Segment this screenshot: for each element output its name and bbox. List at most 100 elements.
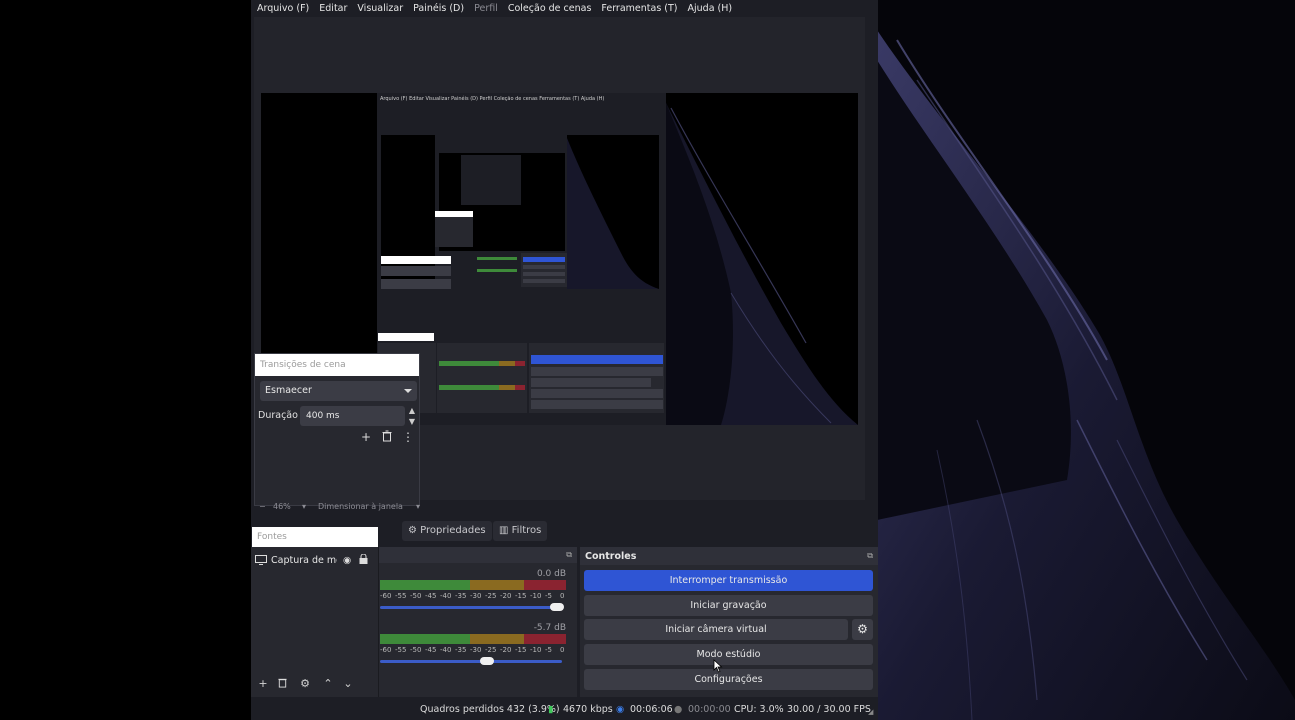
record-time: 00:00:00 xyxy=(688,704,731,715)
meter-tick-label: -10 xyxy=(530,646,542,654)
source-settings-icon[interactable]: ⚙ xyxy=(298,677,312,691)
more-options-icon[interactable]: ⋮ xyxy=(401,430,415,444)
duration-up-icon[interactable]: ▲ xyxy=(407,406,417,415)
status-bar: Quadros perdidos 432 (3.9%) ▮ 4670 kbps … xyxy=(251,698,878,720)
controls-title: Controles ⧉ xyxy=(580,547,878,565)
channel-db: -5.7 dB xyxy=(533,623,566,633)
stop-streaming-button[interactable]: Interromper transmissão xyxy=(584,570,873,591)
menu-paineis[interactable]: Painéis (D) xyxy=(413,3,464,14)
duration-input[interactable]: 400 ms xyxy=(300,406,405,426)
transition-select-value: Esmaecer xyxy=(265,385,312,396)
meter-tick-label: -10 xyxy=(530,592,542,600)
add-transition-icon[interactable]: + xyxy=(359,430,373,444)
meter-tick-label: -35 xyxy=(455,646,467,654)
dropped-frames: Quadros perdidos 432 (3.9%) xyxy=(420,704,560,715)
meter-tick-label: -55 xyxy=(395,646,407,654)
bitrate: 4670 kbps xyxy=(563,704,613,715)
start-recording-button[interactable]: Iniciar gravação xyxy=(584,595,873,616)
svg-text:Arquivo (F) Editar Visuali: Arquivo (F) Editar Visualizar Painéis (D… xyxy=(380,95,604,102)
eye-icon[interactable]: ◉ xyxy=(343,555,351,566)
studio-mode-button[interactable]: Modo estúdio xyxy=(584,644,873,665)
source-item[interactable]: Captura de moi ◉ xyxy=(255,552,375,568)
meter-tick-label: -20 xyxy=(500,592,512,600)
menu-bar: Arquivo (F) Editar Visualizar Painéis (D… xyxy=(251,0,878,17)
move-down-icon[interactable]: ⌄ xyxy=(341,677,355,691)
volume-meter xyxy=(380,580,566,590)
transitions-title: Transições de cena xyxy=(255,354,419,376)
menu-visualizar[interactable]: Visualizar xyxy=(357,3,403,14)
obs-window: Arquivo (F) Editar Visualizar Painéis (D… xyxy=(251,0,878,720)
lock-icon[interactable] xyxy=(359,553,368,567)
menu-ajuda[interactable]: Ajuda (H) xyxy=(688,3,733,14)
meter-tick-label: 0 xyxy=(560,646,565,654)
volume-slider[interactable] xyxy=(380,606,562,609)
volume-knob[interactable] xyxy=(549,603,564,611)
cpu-usage: CPU: 3.0% xyxy=(734,704,784,715)
meter-tick-label: -45 xyxy=(425,592,437,600)
mixer-channel-1: 0.0 dB -60 -55 -50 -45 -40 -35 -30 -25 -20 -15 -10… xyxy=(379,569,578,619)
controls-title-text: Controles xyxy=(585,551,637,562)
zoom-mode[interactable]: Dimensionar à janela xyxy=(318,502,403,511)
add-source-icon[interactable]: + xyxy=(256,677,270,691)
meter-ticks: -60 -55 -50 -45 -40 -35 -30 -25 -20 -15 -10 -5 0 xyxy=(380,592,566,604)
menu-arquivo[interactable]: Arquivo (F) xyxy=(257,3,309,14)
stream-icon: ◉ xyxy=(616,704,625,715)
menu-ferramentas[interactable]: Ferramentas (T) xyxy=(601,3,677,14)
menu-editar[interactable]: Editar xyxy=(319,3,347,14)
meter-tick-label: -15 xyxy=(515,592,527,600)
properties-label: Propriedades xyxy=(420,525,486,536)
source-item-label: Captura de moi xyxy=(271,554,337,566)
meter-tick-label: -5 xyxy=(545,646,552,654)
meter-tick-label: -30 xyxy=(470,592,482,600)
meter-tick-label: -40 xyxy=(440,592,452,600)
trash-icon[interactable] xyxy=(380,430,394,444)
start-virtual-camera-button[interactable]: Iniciar câmera virtual xyxy=(584,619,848,640)
undock-icon[interactable]: ⧉ xyxy=(566,550,572,560)
meter-tick-label: -60 xyxy=(380,646,392,654)
resize-grip-icon[interactable]: ◢ xyxy=(868,708,873,716)
undock-icon[interactable]: ⧉ xyxy=(867,551,873,561)
mixer-channel-2: -5.7 dB -60 -55 -50 -45 -40 -35 -30 -25 -20 -15 -1… xyxy=(379,623,578,673)
meter-tick-label: -50 xyxy=(410,646,422,654)
zoom-level[interactable]: 46% xyxy=(273,502,291,511)
meter-tick-label: -15 xyxy=(515,646,527,654)
volume-knob[interactable] xyxy=(480,657,495,665)
meter-tick-label: -50 xyxy=(410,592,422,600)
monitor-icon xyxy=(255,555,267,565)
meter-ticks: -60 -55 -50 -45 -40 -35 -30 -25 -20 -15 -10 -5 0 xyxy=(380,646,566,658)
menu-colecao-de-cenas[interactable]: Coleção de cenas xyxy=(508,3,592,14)
remove-source-icon[interactable] xyxy=(275,677,289,691)
zoom-bar: − 46% ▾ Dimensionar à janela ▾ xyxy=(251,502,878,514)
filter-icon: ▥ xyxy=(499,525,509,536)
settings-button[interactable]: Configurações xyxy=(584,669,873,690)
mouse-cursor-icon xyxy=(713,659,723,673)
menu-perfil[interactable]: Perfil xyxy=(474,3,498,14)
meter-tick-label: -40 xyxy=(440,646,452,654)
move-up-icon[interactable]: ⌃ xyxy=(321,677,335,691)
stream-time: 00:06:06 xyxy=(630,704,673,715)
duration-down-icon[interactable]: ▼ xyxy=(407,417,417,426)
volume-slider[interactable] xyxy=(380,660,562,663)
meter-tick-label: -60 xyxy=(380,592,392,600)
mixer-header: ⧉ xyxy=(379,547,577,563)
scene-transitions-dock: Transições de cena Esmaecer Duração 400 … xyxy=(254,353,420,506)
meter-tick-label: -20 xyxy=(500,646,512,654)
channel-db: 0.0 dB xyxy=(536,569,566,579)
virtual-camera-settings-icon[interactable]: ⚙ xyxy=(852,619,873,640)
hooded-figure-image xyxy=(877,30,1295,720)
chevron-down-icon xyxy=(404,389,412,393)
zoom-dropdown-icon[interactable]: ▾ xyxy=(302,502,306,511)
properties-button[interactable]: ⚙ Propriedades xyxy=(402,521,492,541)
filters-button[interactable]: ▥ Filtros xyxy=(493,521,548,541)
record-icon: ● xyxy=(674,704,683,715)
controls-dock: Controles ⧉ Interromper transmissão Inic… xyxy=(580,547,878,697)
background-artwork xyxy=(877,0,1295,720)
filters-label: Filtros xyxy=(511,525,542,536)
tabs-row: Fontes ⚙ Propriedades ▥ Filtros xyxy=(251,514,878,547)
transition-select[interactable]: Esmaecer xyxy=(260,381,417,401)
audio-mixer-dock: ⧉ 0.0 dB -60 -55 -50 -45 -40 -35 -30 -25 -20 -15-… xyxy=(378,547,577,697)
zoom-minus-icon[interactable]: − xyxy=(259,502,266,511)
meter-tick-label: -45 xyxy=(425,646,437,654)
meter-tick-label: -55 xyxy=(395,592,407,600)
zoom-mode-dropdown-icon[interactable]: ▾ xyxy=(416,502,420,511)
